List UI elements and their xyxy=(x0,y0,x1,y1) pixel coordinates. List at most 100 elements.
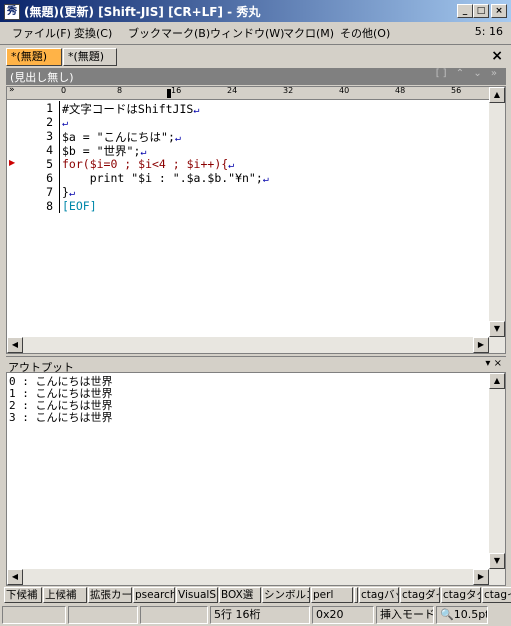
toolbar-button[interactable] xyxy=(354,587,358,603)
code-line[interactable]: 1 #文字コードはShiftJIS↵ xyxy=(7,101,447,117)
window-title: (無題)(更新) [Shift-JIS] [CR+LF] - 秀丸 xyxy=(24,5,261,19)
newline-mark-icon: ↵ xyxy=(228,160,235,171)
line-number: 3 xyxy=(46,129,53,143)
ruler-chevron-icon: » xyxy=(9,85,15,95)
newline-mark-icon: ↵ xyxy=(68,188,75,199)
code-line[interactable]: 8 [EOF] xyxy=(7,199,447,213)
toolbar-button[interactable]: 下候補 xyxy=(4,587,42,603)
ruler-cursor-marker xyxy=(167,89,171,98)
status-blank-1 xyxy=(2,606,66,624)
menu-file[interactable]: ファイル(F) xyxy=(12,25,71,41)
line-number: 4 xyxy=(46,143,53,157)
output-pane[interactable]: 0 : こんにちは世界 1 : こんにちは世界 2 : こんにちは世界 3 : こんに… xyxy=(6,372,506,586)
line-number: 1 xyxy=(46,101,53,115)
editor-horizontal-scrollbar[interactable]: ◀ ▶ xyxy=(7,337,505,353)
code-line[interactable]: 7}↵ xyxy=(7,185,447,199)
scroll-down-icon[interactable]: ▼ xyxy=(489,553,505,569)
tab-untitled[interactable]: *(無題) xyxy=(63,48,117,66)
toolbar-button[interactable]: VisualS xyxy=(176,587,218,603)
toolbar-button[interactable]: psearch xyxy=(133,587,175,603)
output-line: 3 : こんにちは世界 xyxy=(9,411,113,424)
code-text[interactable]: [EOF] xyxy=(59,199,97,213)
scroll-up-icon[interactable]: ▲ xyxy=(489,373,505,389)
status-insert-mode[interactable]: 挿入モード xyxy=(376,606,434,624)
ruler-mark: 0 xyxy=(61,86,67,95)
code-content: [EOF] xyxy=(62,199,97,213)
line-number: 2 xyxy=(46,115,53,129)
close-button[interactable]: × xyxy=(491,4,507,18)
editor-vertical-scrollbar[interactable]: ▲ ▼ xyxy=(489,87,505,337)
menu-convert[interactable]: 変換(C) xyxy=(74,25,112,41)
menu-window[interactable]: ウィンドウ(W) xyxy=(210,25,284,41)
scroll-right-icon[interactable]: ▶ xyxy=(473,337,489,353)
ruler-mark: 40 xyxy=(339,86,350,95)
ruler-mark: 32 xyxy=(283,86,294,95)
code-text[interactable]: }↵ xyxy=(59,185,75,199)
output-horizontal-scrollbar[interactable]: ◀ ▶ xyxy=(7,569,505,585)
hidemaru-app-icon[interactable]: 秀 xyxy=(4,4,20,20)
toolbar-button[interactable]: 上候補 xyxy=(43,587,87,603)
toolbar-button[interactable]: シンボルコ xyxy=(262,587,310,603)
ruler-mark: 56 xyxy=(451,86,462,95)
close-document-icon[interactable]: × xyxy=(491,48,503,64)
zoom-icon: 🔍 xyxy=(440,608,454,621)
scroll-left-icon[interactable]: ◀ xyxy=(7,337,23,353)
scroll-right-icon[interactable]: ▶ xyxy=(473,569,489,585)
code-content: #文字コードはShiftJIS xyxy=(62,102,194,116)
title-bar: 秀 (無題)(更新) [Shift-JIS] [CR+LF] - 秀丸 _ □ … xyxy=(0,0,511,22)
menu-macro[interactable]: マクロ(M) xyxy=(283,25,334,41)
code-text[interactable]: ↵ xyxy=(59,115,68,129)
toolbar-button[interactable]: ctagタグ xyxy=(441,587,481,603)
menu-bookmark[interactable]: ブックマーク(B) xyxy=(128,25,210,41)
code-content: $a = "こんにちは"; xyxy=(62,130,175,144)
macro-toolbar: 下候補上候補拡張カーpsearchVisualSBOX選シンボルコperlcta… xyxy=(0,586,511,604)
line-number: 5 xyxy=(46,157,53,171)
toolbar-button[interactable]: ctagインフ xyxy=(482,587,511,603)
line-number: 6 xyxy=(46,171,53,185)
newline-mark-icon: ↵ xyxy=(62,118,69,129)
ruler-mark: 8 xyxy=(117,86,123,95)
toolbar-button[interactable]: BOX選 xyxy=(219,587,261,603)
code-content: } xyxy=(62,185,69,199)
code-content: for($i=0 ; $i<4 ; $i++){ xyxy=(62,157,229,171)
heading-controls[interactable]: [] ⌃ ⌄ » xyxy=(436,68,500,79)
code-line[interactable]: 6 print "$i : ".$a.$b."¥n";↵ xyxy=(7,171,447,185)
menu-other[interactable]: その他(O) xyxy=(340,25,390,41)
heading-bar: (見出し無し) [] ⌃ ⌄ » xyxy=(6,68,506,85)
editor-area[interactable]: » 0 8 16 24 32 40 48 56 1 #文字コードはShiftJIS… xyxy=(6,85,506,354)
output-vertical-scrollbar[interactable]: ▲ ▼ xyxy=(489,373,505,569)
code-text[interactable]: print "$i : ".$a.$b."¥n";↵ xyxy=(59,171,269,185)
code-line[interactable]: 4 $b = "世界";↵ xyxy=(7,143,447,159)
current-line-marker-icon: ▶ xyxy=(9,158,16,167)
output-header: アウトプット ▾ × xyxy=(6,356,506,374)
toolbar-button[interactable]: ctagダイ xyxy=(400,587,440,603)
code-line[interactable]: 5 for($i=0 ; $i<4 ; $i++){↵ xyxy=(7,157,447,171)
font-size-value: 10.5pt xyxy=(453,608,488,621)
status-font-size[interactable]: 🔍10.5pt xyxy=(436,606,488,624)
code-content: $b = "世界"; xyxy=(62,144,141,158)
status-blank-2 xyxy=(68,606,138,624)
tab-untitled-active[interactable]: *(無題) xyxy=(6,48,62,66)
menu-bar: ファイル(F) 変換(C) ブックマーク(B) ウィンドウ(W) マクロ(M) … xyxy=(0,22,511,42)
code-content: print "$i : ".$a.$b."¥n"; xyxy=(62,171,263,185)
code-line[interactable]: 3 $a = "こんにちは";↵ xyxy=(7,129,447,145)
code-text[interactable]: for($i=0 ; $i<4 ; $i++){↵ xyxy=(59,157,234,171)
line-number: 7 xyxy=(46,185,53,199)
code-line[interactable]: 2 ↵ xyxy=(7,115,447,129)
status-char-code: 0x20 xyxy=(312,606,374,624)
toolbar-button[interactable]: ctagバッ xyxy=(359,587,399,603)
toolbar-button[interactable]: perl xyxy=(311,587,353,603)
scroll-down-icon[interactable]: ▼ xyxy=(489,321,505,337)
output-controls[interactable]: ▾ × xyxy=(485,358,502,369)
scroll-up-icon[interactable]: ▲ xyxy=(489,87,505,103)
minimize-button[interactable]: _ xyxy=(457,4,473,18)
maximize-button[interactable]: □ xyxy=(473,4,489,18)
heading-label: (見出し無し) xyxy=(10,71,74,84)
scroll-left-icon[interactable]: ◀ xyxy=(7,569,23,585)
ruler-mark: 24 xyxy=(227,86,238,95)
toolbar-button[interactable]: 拡張カー xyxy=(88,587,132,603)
output-line: 1 : こんにちは世界 xyxy=(9,387,113,400)
cursor-position: 5: 16 xyxy=(474,25,503,38)
status-line-col: 5行 16桁 xyxy=(210,606,310,624)
newline-mark-icon: ↵ xyxy=(262,174,269,185)
